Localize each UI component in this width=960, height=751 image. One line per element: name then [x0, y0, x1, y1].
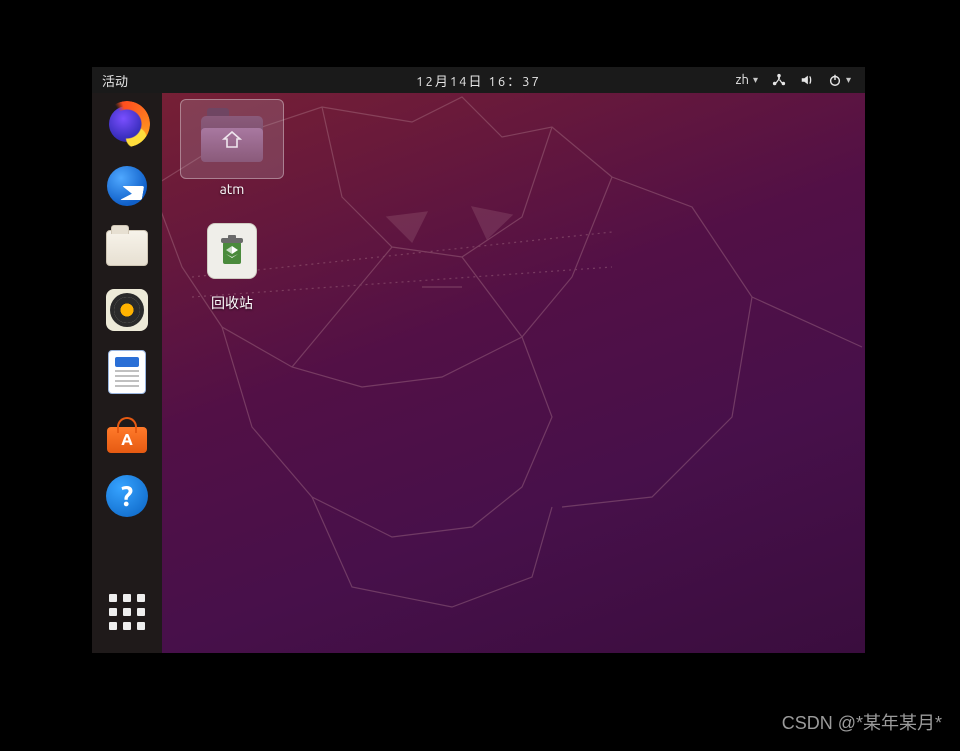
- power-icon[interactable]: ▾: [828, 73, 851, 87]
- desktop-area[interactable]: atm 回收站: [162, 93, 865, 653]
- dock-app-ubuntu-software[interactable]: [104, 411, 150, 457]
- ubuntu-desktop-screen: 活动 12月14日 16：37 zh▾ ▾: [92, 67, 865, 653]
- trash-icon: [207, 223, 257, 279]
- dock: ?: [92, 93, 162, 653]
- desktop-icon-label: atm: [180, 181, 284, 197]
- volume-icon[interactable]: [800, 73, 814, 87]
- dock-app-firefox[interactable]: [104, 101, 150, 147]
- home-icon: [222, 131, 242, 149]
- dock-app-rhythmbox[interactable]: [104, 287, 150, 333]
- dock-app-thunderbird[interactable]: [104, 163, 150, 209]
- activities-button[interactable]: 活动: [92, 71, 128, 90]
- network-icon[interactable]: [772, 73, 786, 87]
- dock-app-files[interactable]: [104, 225, 150, 271]
- clock[interactable]: 12月14日 16：37: [416, 71, 541, 90]
- folder-icon: [201, 116, 263, 162]
- input-method-indicator[interactable]: zh▾: [736, 73, 758, 87]
- dock-app-libreoffice-writer[interactable]: [104, 349, 150, 395]
- dock-app-help[interactable]: ?: [104, 473, 150, 519]
- watermark-text: CSDN @*某年某月*: [782, 709, 942, 735]
- desktop-icon-label: 回收站: [180, 293, 284, 313]
- desktop-icon-atm-folder[interactable]: atm: [180, 99, 284, 197]
- desktop-icon-trash[interactable]: 回收站: [180, 211, 284, 313]
- top-bar: 活动 12月14日 16：37 zh▾ ▾: [92, 67, 865, 93]
- show-applications-button[interactable]: [104, 589, 150, 635]
